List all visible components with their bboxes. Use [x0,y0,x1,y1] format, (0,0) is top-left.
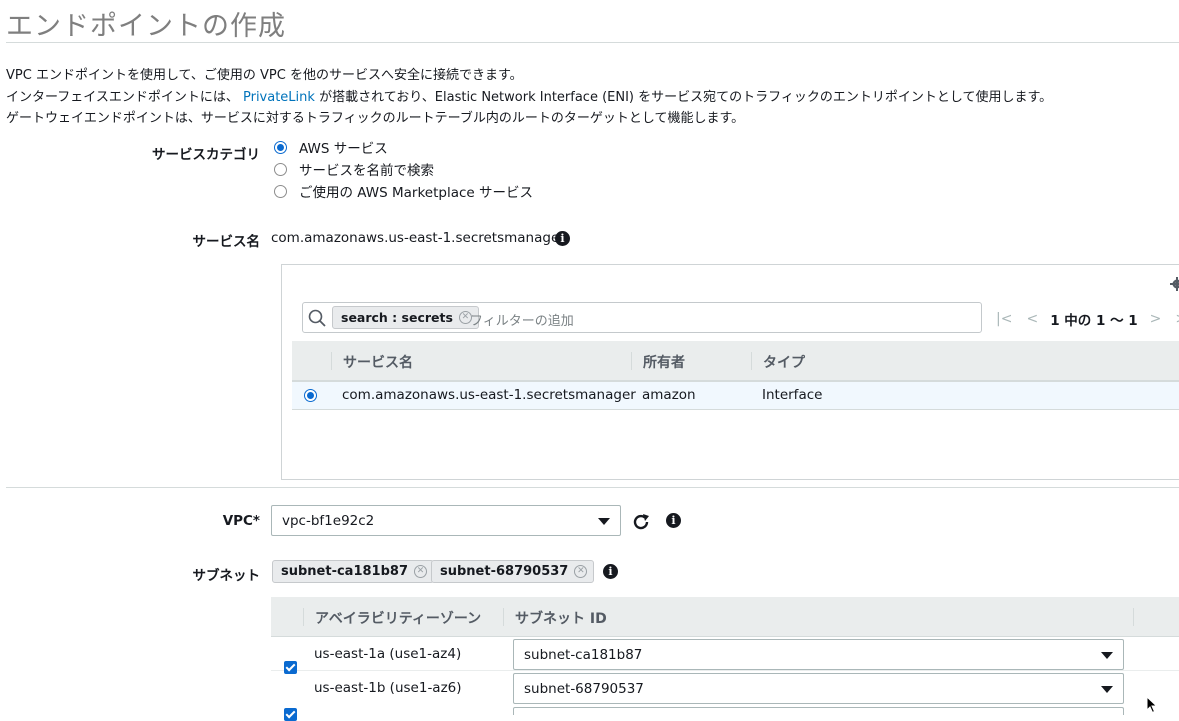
row-owner: amazon [642,387,696,403]
subnet-token[interactable]: subnet-ca181b87 ✕ [272,560,434,583]
radio-label: サービスを名前で検索 [299,159,434,179]
search-token-label: search : secrets [341,310,453,325]
subnet-id-value: subnet-68790537 [524,681,644,697]
column-divider [503,608,504,626]
radio-marketplace[interactable]: ご使用の AWS Marketplace サービス [274,181,533,201]
column-header-type[interactable]: タイプ [763,352,805,372]
info-icon[interactable]: i [666,513,681,528]
info-icon[interactable]: i [555,231,570,246]
section-divider [6,487,1179,488]
next-page-icon[interactable]: > [1150,311,1162,327]
row-radio-button[interactable] [304,389,317,402]
subnet-id-select[interactable]: subnet-ca181b87 [513,639,1124,670]
prev-page-icon[interactable]: < [1026,311,1038,327]
radio-find-by-name[interactable]: サービスを名前で検索 [274,159,434,179]
service-table-header [292,341,1179,381]
service-category-label: サービスカテゴリ [120,143,260,163]
column-divider [303,608,304,626]
radio-button[interactable] [274,163,287,176]
remove-token-icon[interactable]: ✕ [414,565,427,578]
vpc-label: VPC* [120,513,260,529]
column-divider [331,352,332,370]
description-text: インターフェイスエンドポイントには、 [6,90,239,105]
radio-button[interactable] [274,141,287,154]
radio-button[interactable] [274,185,287,198]
column-header-service-name[interactable]: サービス名 [343,352,413,372]
refresh-icon[interactable] [631,512,651,532]
title-divider [6,42,1179,43]
column-header-availability-zone[interactable]: アベイラビリティーゾーン [315,608,481,628]
subnet-label: サブネット [120,564,260,584]
service-name-value: com.amazonaws.us-east-1.secretsmanager [271,230,565,246]
description-line-3: ゲートウェイエンドポイントは、サービスに対するトラフィックのルートテーブル内のル… [6,107,744,126]
subnet-token[interactable]: subnet-68790537 ✕ [431,560,594,583]
column-divider [631,352,632,370]
description-line-1: VPC エンドポイントを使用して、ご使用の VPC を他のサービスへ安全に接続で… [6,64,523,83]
subnet-token-label: subnet-ca181b87 [281,564,408,579]
pagination: |< < 1 中の 1 〜 1 > >| [996,309,1179,329]
description-line-2: インターフェイスエンドポイントには、 PrivateLink が搭載されており、… [6,86,1052,105]
vpc-select-value: vpc-bf1e92c2 [282,513,374,529]
subnet-id-select[interactable] [513,707,1124,715]
description-text: が搭載されており、Elastic Network Interface (ENI)… [319,90,1052,105]
radio-aws-services[interactable]: AWS サービス [274,137,388,157]
search-token[interactable]: search : secrets ✕ [332,306,479,329]
chevron-down-icon [1101,686,1113,693]
row-availability-zone: us-east-1b (use1-az6) [314,680,462,696]
search-icon [308,309,326,327]
subnet-id-value: subnet-ca181b87 [524,647,642,663]
remove-token-icon[interactable]: ✕ [574,565,587,578]
gear-icon[interactable] [1170,277,1179,291]
mouse-cursor-icon [1146,696,1158,714]
info-icon[interactable]: i [603,564,618,579]
chevron-down-icon [1101,652,1113,659]
pagination-text: 1 中の 1 〜 1 [1050,309,1137,329]
column-header-owner[interactable]: 所有者 [643,352,685,372]
radio-label: AWS サービス [299,137,388,157]
page-title: エンドポイントの作成 [6,4,286,43]
row-type: Interface [762,387,822,403]
row-service-name: com.amazonaws.us-east-1.secretsmanager [342,387,636,403]
radio-label: ご使用の AWS Marketplace サービス [299,181,533,201]
service-name-label: サービス名 [120,230,260,250]
filter-placeholder: フィルターの追加 [470,310,574,329]
subnet-token-label: subnet-68790537 [440,564,568,579]
column-header-subnet-id[interactable]: サブネット ID [515,608,607,628]
column-divider [751,352,752,370]
last-page-icon[interactable]: >| [1175,311,1179,327]
chevron-down-icon [598,518,610,525]
privatelink-link[interactable]: PrivateLink [243,90,315,105]
first-page-icon[interactable]: |< [996,311,1012,327]
column-divider [1133,608,1134,626]
row-availability-zone: us-east-1a (use1-az4) [314,646,461,662]
vpc-select[interactable]: vpc-bf1e92c2 [271,505,621,536]
subnet-id-select[interactable]: subnet-68790537 [513,673,1124,704]
